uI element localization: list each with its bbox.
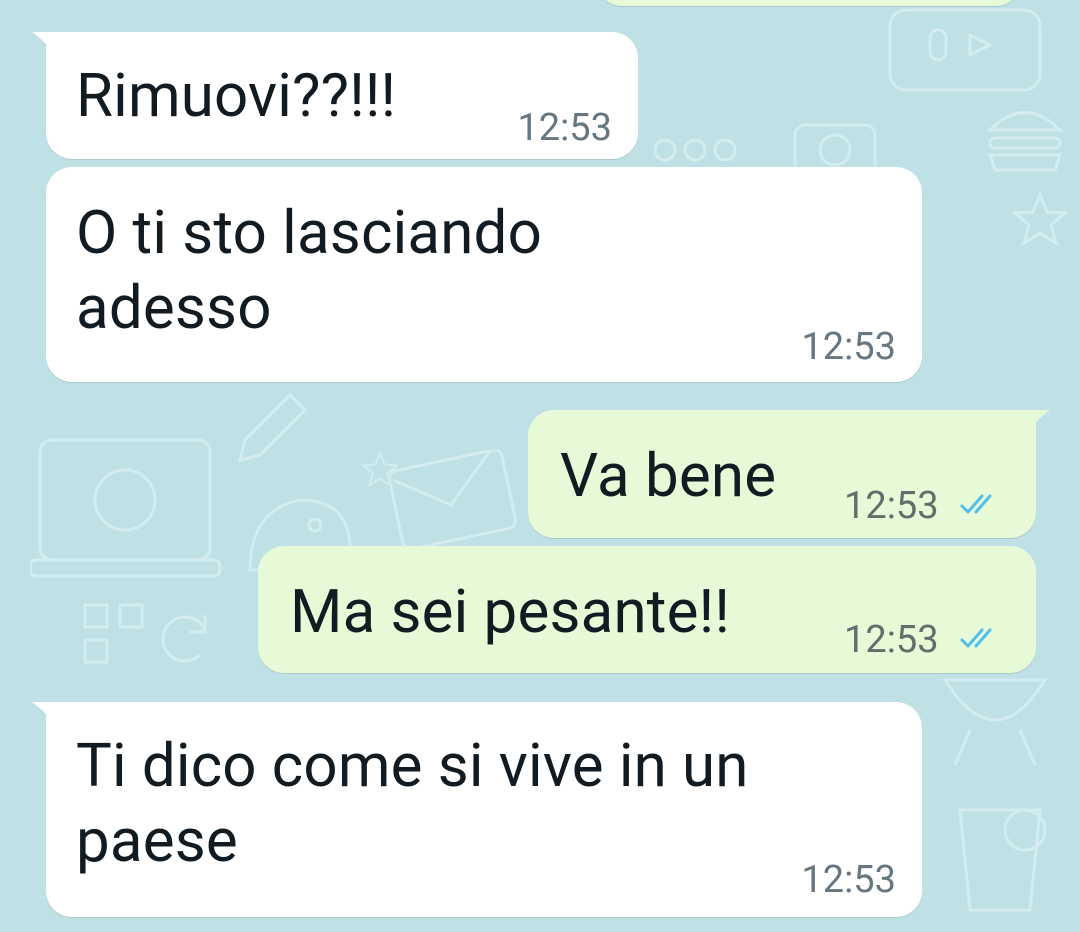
doodle-squares-icon — [83, 603, 144, 664]
message-bubble-incoming[interactable]: Rimuovi??!!! 12:53 — [32, 32, 638, 159]
doodle-star-icon — [360, 450, 400, 488]
doodle-refresh-icon — [161, 615, 207, 663]
message-text: O ti sto lasciando adesso — [76, 197, 542, 343]
message-text: Ti dico come si vive in un paese — [76, 730, 749, 876]
message-timestamp: 12:53 — [801, 325, 896, 369]
bubble-tail — [1022, 410, 1050, 438]
bubble-tail — [32, 32, 60, 60]
message-timestamp: 12:53 — [801, 858, 896, 902]
doodle-star-icon — [1011, 191, 1069, 247]
message-text: Rimuovi??!!! — [76, 60, 397, 131]
bubble-tail — [32, 702, 60, 730]
message-bubble-incoming[interactable]: Ti dico come si vive in un paese 12:53 — [32, 702, 922, 917]
doodle-mic-icon — [888, 8, 1042, 92]
previous-message-bubble-edge — [596, 0, 1022, 6]
double-check-icon — [960, 628, 992, 648]
message-timestamp: 12:53 — [844, 618, 939, 662]
message-bubble-incoming[interactable]: O ti sto lasciando adesso 12:53 — [46, 167, 922, 382]
doodle-lemonade-icon — [958, 808, 1047, 912]
doodle-dots-icon — [653, 138, 737, 162]
message-timestamp: 12:53 — [517, 106, 612, 150]
doodle-pencil-icon — [237, 392, 308, 463]
double-check-icon — [960, 494, 992, 514]
message-bubble-outgoing[interactable]: Ma sei pesante!! 12:53 — [258, 546, 1036, 673]
doodle-envelope-icon — [390, 450, 518, 550]
message-bubble-outgoing[interactable]: Va bene 12:53 — [528, 410, 1050, 538]
doodle-laptop-icon — [30, 438, 222, 578]
message-timestamp: 12:53 — [844, 484, 939, 528]
message-text: Va bene — [560, 440, 777, 511]
message-text: Ma sei pesante!! — [290, 576, 730, 647]
